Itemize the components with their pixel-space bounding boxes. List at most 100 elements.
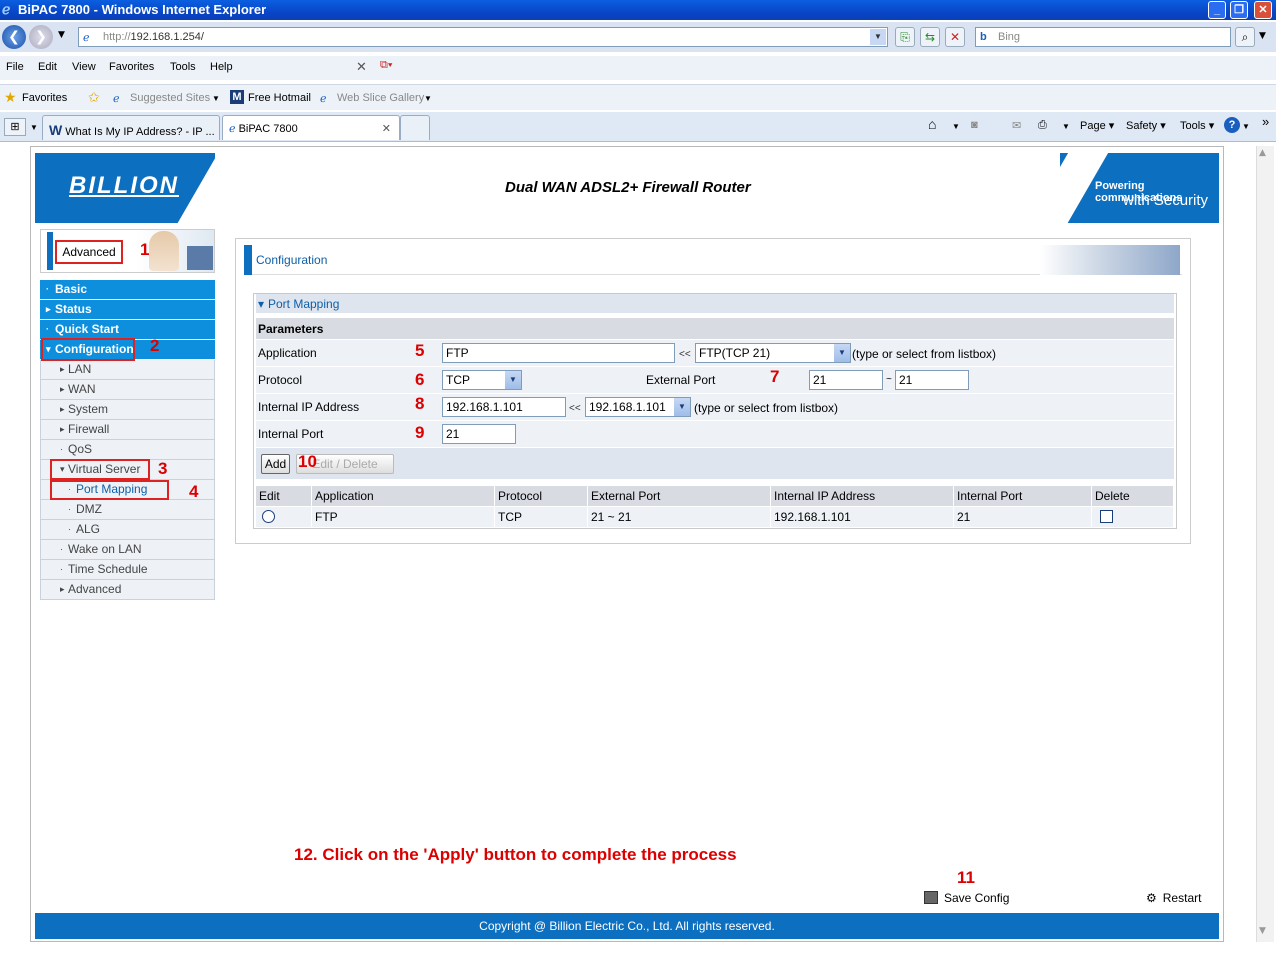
stop-icon[interactable]: ✕ [945,27,965,47]
web-slice-gallery-link[interactable]: Web Slice Gallery [337,92,424,104]
minimize-button[interactable]: _ [1208,1,1226,19]
tab-whatismyip[interactable]: W What Is My IP Address? - IP ... [42,115,220,140]
compatibility-icon[interactable]: ⎘ [895,27,915,47]
port-mapping-form: ▾ Port Mapping Parameters Application FT… [253,293,1177,529]
sidebar-item-label: LAN [68,362,92,376]
new-tab-button[interactable] [400,115,430,140]
forward-button[interactable]: ❯ [29,25,53,49]
history-dropdown-icon[interactable]: ▼ [58,30,65,40]
vertical-scrollbar[interactable]: ▲ ▼ [1256,146,1274,942]
search-icon[interactable]: ⌕ [1235,27,1255,47]
search-options-icon[interactable]: ▼ [1259,31,1266,41]
sidebar-item-wake-on-lan[interactable]: · Wake on LAN [40,540,215,560]
step-number-4: 4 [189,482,199,501]
menu-tools[interactable]: Tools [170,61,196,73]
safety-menu[interactable]: Safety ▾ [1126,119,1166,132]
suggested-dropdown-icon[interactable]: ▼ [212,94,220,103]
application-select[interactable]: FTP(TCP 21) ▼ [695,343,851,363]
close-button[interactable]: ✕ [1254,1,1272,19]
address-dropdown-icon[interactable]: ▼ [870,29,886,45]
assistant-photo [149,231,179,271]
favorites-button[interactable]: Favorites [22,92,67,104]
tools-menu[interactable]: Tools ▾ [1180,119,1214,132]
more-commands-icon[interactable]: » [1262,114,1269,129]
tilde-label: ~ [886,374,892,385]
internal-port-input[interactable]: 21 [442,424,516,444]
help-icon[interactable]: ? [1224,117,1240,133]
menu-favorites[interactable]: Favorites [109,61,154,73]
save-config-button[interactable]: Save Config [924,891,1009,905]
sidebar-item-lan[interactable]: ▸ LAN [40,360,215,380]
refresh-icon[interactable]: ⇆ [920,27,940,47]
delete-cell [1092,507,1174,527]
delete-checkbox[interactable] [1100,510,1113,523]
tab-label: What Is My IP Address? - IP ... [65,126,215,138]
column-header: Delete [1092,486,1174,506]
read-mail-icon[interactable]: ✉ [1012,119,1021,132]
tab-label: BiPAC 7800 [238,123,298,135]
protocol-select[interactable]: TCP ▼ [442,370,522,390]
arrow-right-icon: ▸ [60,584,65,594]
internal-ip-input[interactable]: 192.168.1.101 [442,397,566,417]
suggested-sites-link[interactable]: Suggested Sites [130,92,210,104]
tab-list-icon[interactable]: ▼ [30,123,38,132]
section-header[interactable]: ▾ Port Mapping [256,294,1174,314]
add-button[interactable]: Add [261,454,290,474]
print-icon[interactable]: ⎙ [1038,119,1047,132]
scroll-up-icon[interactable]: ▲ [1259,148,1266,158]
bullet-icon: · [46,324,49,334]
sidebar-item-quick-start[interactable]: · Quick Start [40,320,215,340]
sidebar-item-alg[interactable]: · ALG [40,520,215,540]
step-number-6: 6 [415,370,425,389]
sidebar-item-label: Basic [55,282,88,296]
menu-help[interactable]: Help [210,61,233,73]
help-dropdown-icon[interactable]: ▼ [1242,122,1250,131]
external-port-from-input[interactable]: 21 [809,370,883,390]
step-number-3: 3 [158,459,168,478]
menu-file[interactable]: File [6,61,24,73]
internal-ip-row: Internal IP Address 192.168.1.101 << 192… [256,394,1174,421]
page-menu[interactable]: Page ▾ [1080,119,1114,132]
sidebar-item-label: Status [55,302,92,316]
sidebar-item-firewall[interactable]: ▸ Firewall [40,420,215,440]
address-input[interactable]: ℯ http://192.168.1.254/ ▼ [78,27,888,47]
edit-radio[interactable] [262,510,275,523]
sidebar-item-basic[interactable]: · Basic [40,280,215,300]
menu-edit[interactable]: Edit [38,61,57,73]
sidebar-item-advanced[interactable]: ▸ Advanced [40,580,215,600]
feeds-icon[interactable]: ◙ [971,119,978,131]
save-config-label: Save Config [944,891,1010,905]
back-button[interactable]: ❮ [2,25,26,49]
sidebar-item-label: Quick Start [55,322,120,336]
close-toolbar-icon[interactable]: ✕ [356,59,367,75]
step-number-2: 2 [150,336,160,355]
sidebar-item-virtual-server[interactable]: ▾ Virtual Server [40,460,215,480]
restart-button[interactable]: ⚙ Restart [1146,891,1201,905]
sidebar-item-dmz[interactable]: · DMZ [40,500,215,520]
close-tab-icon[interactable]: ✕ [382,122,391,135]
tab-bipac[interactable]: ℯ BiPAC 7800 ✕ [222,115,400,140]
print-dropdown-icon[interactable]: ▼ [1062,122,1070,131]
search-input[interactable]: b Bing [975,27,1231,47]
free-hotmail-link[interactable]: Free Hotmail [248,92,311,104]
internal-ip-select[interactable]: 192.168.1.101 ▼ [585,397,691,417]
external-port-to-input[interactable]: 21 [895,370,969,390]
sidebar-item-configuration[interactable]: ▾ Configuration [40,340,215,360]
home-dropdown-icon[interactable]: ▼ [952,122,960,131]
webslice-dropdown-icon[interactable]: ▼ [424,94,432,103]
sidebar-item-system[interactable]: ▸ System [40,400,215,420]
sidebar-item-time-schedule[interactable]: · Time Schedule [40,560,215,580]
maximize-button[interactable]: ❐ [1230,1,1248,19]
advanced-mode-button[interactable]: Advanced [55,240,123,264]
addon-icon[interactable]: ⧉▾ [380,59,392,72]
scroll-down-icon[interactable]: ▼ [1259,926,1266,936]
quick-tabs-icon[interactable]: ⊞ [4,118,26,136]
sidebar-item-wan[interactable]: ▸ WAN [40,380,215,400]
ie-favicon-icon: ℯ [229,123,236,135]
sidebar-item-status[interactable]: ▸ Status [40,300,215,320]
home-icon[interactable]: ⌂ [928,116,936,132]
application-input[interactable]: FTP [442,343,675,363]
menu-view[interactable]: View [72,61,96,73]
sidebar-item-qos[interactable]: · QoS [40,440,215,460]
add-favorites-icon[interactable]: ✩ [88,89,100,106]
